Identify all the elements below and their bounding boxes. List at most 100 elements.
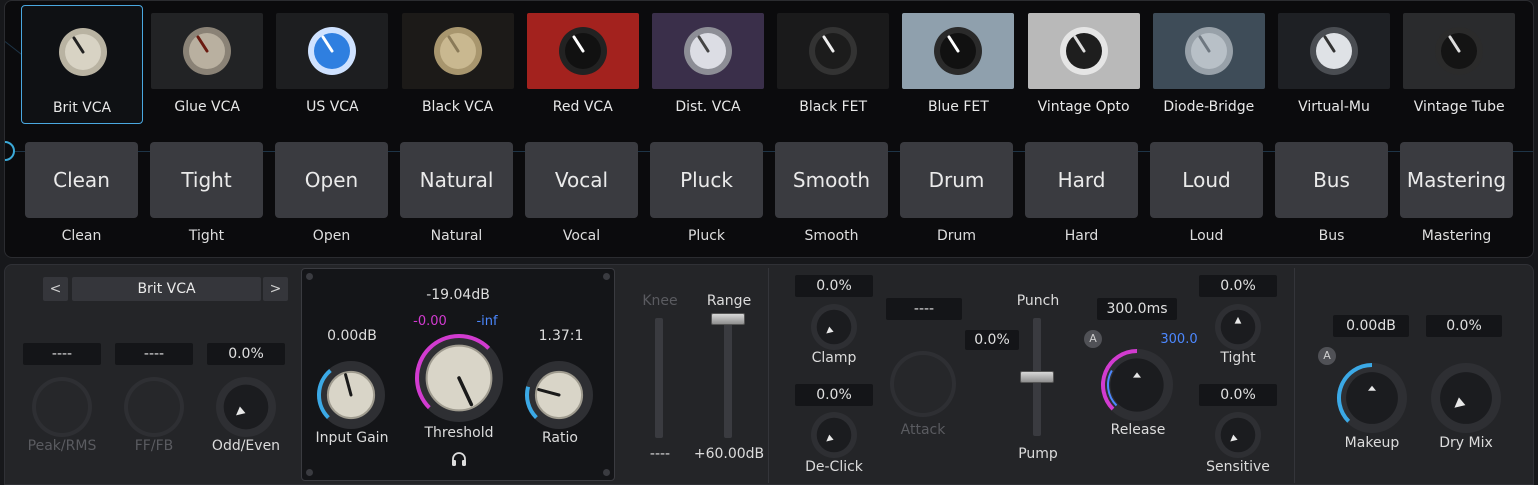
punch-pump-value[interactable]: 0.0% <box>965 330 1019 350</box>
ff-fb-knob[interactable] <box>123 376 185 438</box>
attack-knob[interactable] <box>889 350 957 418</box>
model-tile-label: Diode-Bridge <box>1163 99 1255 115</box>
sensitive-value[interactable]: 0.0% <box>1199 384 1277 406</box>
preset-button-hard[interactable]: Hard <box>1025 142 1138 218</box>
clamp-value[interactable]: 0.0% <box>795 275 873 297</box>
ratio-value[interactable]: 1.37:1 <box>521 328 601 344</box>
ff-fb-value[interactable]: ---- <box>115 343 193 365</box>
headphones-icon[interactable] <box>450 451 468 467</box>
preset-button-open[interactable]: Open <box>275 142 388 218</box>
screw <box>306 273 313 280</box>
peak-rms-label: Peak/RMS <box>27 438 97 454</box>
declick-knob[interactable] <box>810 411 858 459</box>
model-tile-virtual-mu[interactable]: Virtual-Mu <box>1273 5 1395 124</box>
range-label: Range <box>706 293 752 309</box>
preset-button-bus[interactable]: Bus <box>1275 142 1388 218</box>
preset-button-drum[interactable]: Drum <box>900 142 1013 218</box>
knee-fader-track[interactable] <box>655 318 663 438</box>
input-gain-knob[interactable] <box>316 360 386 430</box>
preset-label: Mastering <box>1421 228 1492 244</box>
model-tile-label: Red VCA <box>552 99 613 115</box>
model-tile-glue-vca[interactable]: Glue VCA <box>146 5 268 124</box>
odd-even-label: Odd/Even <box>211 438 281 454</box>
release-label: Release <box>1110 422 1166 438</box>
odd-even-value[interactable]: 0.0% <box>207 343 285 365</box>
knob-thumbnail-icon <box>777 13 890 89</box>
tight-value[interactable]: 0.0% <box>1199 275 1277 297</box>
range-fader-handle[interactable] <box>711 313 745 325</box>
prev-model-button[interactable]: < <box>43 277 68 301</box>
next-model-button[interactable]: > <box>263 277 288 301</box>
sensitive-knob[interactable] <box>1214 411 1262 459</box>
preset-label: Vocal <box>562 228 601 244</box>
model-tile-label: US VCA <box>306 99 359 115</box>
ratio-knob[interactable] <box>524 360 594 430</box>
peak-rms-knob[interactable] <box>31 376 93 438</box>
knob-thumbnail-icon <box>276 13 389 89</box>
makeup-value[interactable]: 0.00dB <box>1333 315 1409 337</box>
current-model-display[interactable]: Brit VCA <box>72 277 261 301</box>
preset-button-mastering[interactable]: Mastering <box>1400 142 1513 218</box>
knob-thumbnail-icon <box>151 13 264 89</box>
knob-thumbnail-icon <box>401 13 514 89</box>
release-auto-badge[interactable]: A <box>1084 330 1102 348</box>
punch-label: Punch <box>1016 293 1060 309</box>
odd-even-knob[interactable] <box>215 376 277 438</box>
makeup-auto-badge[interactable]: A <box>1318 347 1336 365</box>
model-tile-label: Vintage Opto <box>1037 99 1130 115</box>
preset-label: Pluck <box>687 228 725 244</box>
model-tile-label: Virtual-Mu <box>1298 99 1370 115</box>
output-meter-readout: -inf <box>476 314 498 329</box>
knee-value[interactable]: ---- <box>632 446 688 462</box>
model-tile-diode-bridge[interactable]: Diode-Bridge <box>1148 5 1270 124</box>
threshold-knob[interactable] <box>414 333 504 423</box>
preset-button-smooth[interactable]: Smooth <box>775 142 888 218</box>
model-tile-black-fet[interactable]: Black FET <box>772 5 894 124</box>
preset-button-natural[interactable]: Natural <box>400 142 513 218</box>
knee-label: Knee <box>642 293 678 309</box>
preset-label: Open <box>312 228 351 244</box>
model-tile-black-vca[interactable]: Black VCA <box>397 5 519 124</box>
preset-button-clean[interactable]: Clean <box>25 142 138 218</box>
preset-button-tight[interactable]: Tight <box>150 142 263 218</box>
preset-button-vocal[interactable]: Vocal <box>525 142 638 218</box>
model-tile-us-vca[interactable]: US VCA <box>271 5 393 124</box>
screw <box>603 469 610 476</box>
peak-rms-value[interactable]: ---- <box>23 343 101 365</box>
decor-dot <box>5 141 15 161</box>
release-knob[interactable] <box>1100 348 1174 422</box>
model-tile-brit-vca[interactable]: Brit VCA <box>21 5 143 124</box>
preset-label: Clean <box>61 228 102 244</box>
model-tile-blue-fet[interactable]: Blue FET <box>897 5 1019 124</box>
tight-knob[interactable] <box>1214 303 1262 351</box>
dry-mix-knob[interactable] <box>1430 362 1502 434</box>
release-value[interactable]: 300.0ms <box>1097 298 1177 320</box>
preset-label: Bus <box>1318 228 1345 244</box>
section-divider <box>768 268 769 483</box>
knob-thumbnail-icon <box>1027 13 1140 89</box>
preset-button-loud[interactable]: Loud <box>1150 142 1263 218</box>
clamp-knob[interactable] <box>810 303 858 351</box>
screw <box>603 273 610 280</box>
model-tile-dist-vca[interactable]: Dist. VCA <box>647 5 769 124</box>
range-fader-track[interactable] <box>724 318 732 438</box>
preset-button-pluck[interactable]: Pluck <box>650 142 763 218</box>
range-value[interactable]: +60.00dB <box>692 446 766 462</box>
model-tile-red-vca[interactable]: Red VCA <box>522 5 644 124</box>
makeup-knob[interactable] <box>1336 362 1408 434</box>
attack-value[interactable]: ---- <box>886 298 962 320</box>
preset-label: Hard <box>1064 228 1099 244</box>
ratio-label: Ratio <box>542 430 578 446</box>
model-tile-vintage-tube[interactable]: Vintage Tube <box>1398 5 1520 124</box>
model-tile-label: Black FET <box>799 99 868 115</box>
model-tile-vintage-opto[interactable]: Vintage Opto <box>1023 5 1145 124</box>
punch-pump-handle[interactable] <box>1020 371 1054 383</box>
declick-value[interactable]: 0.0% <box>795 384 873 406</box>
makeup-label: Makeup <box>1344 435 1400 451</box>
preset-label: Loud <box>1189 228 1224 244</box>
input-gain-value[interactable]: 0.00dB <box>312 328 392 344</box>
dry-mix-label: Dry Mix <box>1439 435 1493 451</box>
dry-mix-value[interactable]: 0.0% <box>1426 315 1502 337</box>
threshold-readout[interactable]: -19.04dB <box>400 287 516 303</box>
preset-label: Smooth <box>804 228 859 244</box>
